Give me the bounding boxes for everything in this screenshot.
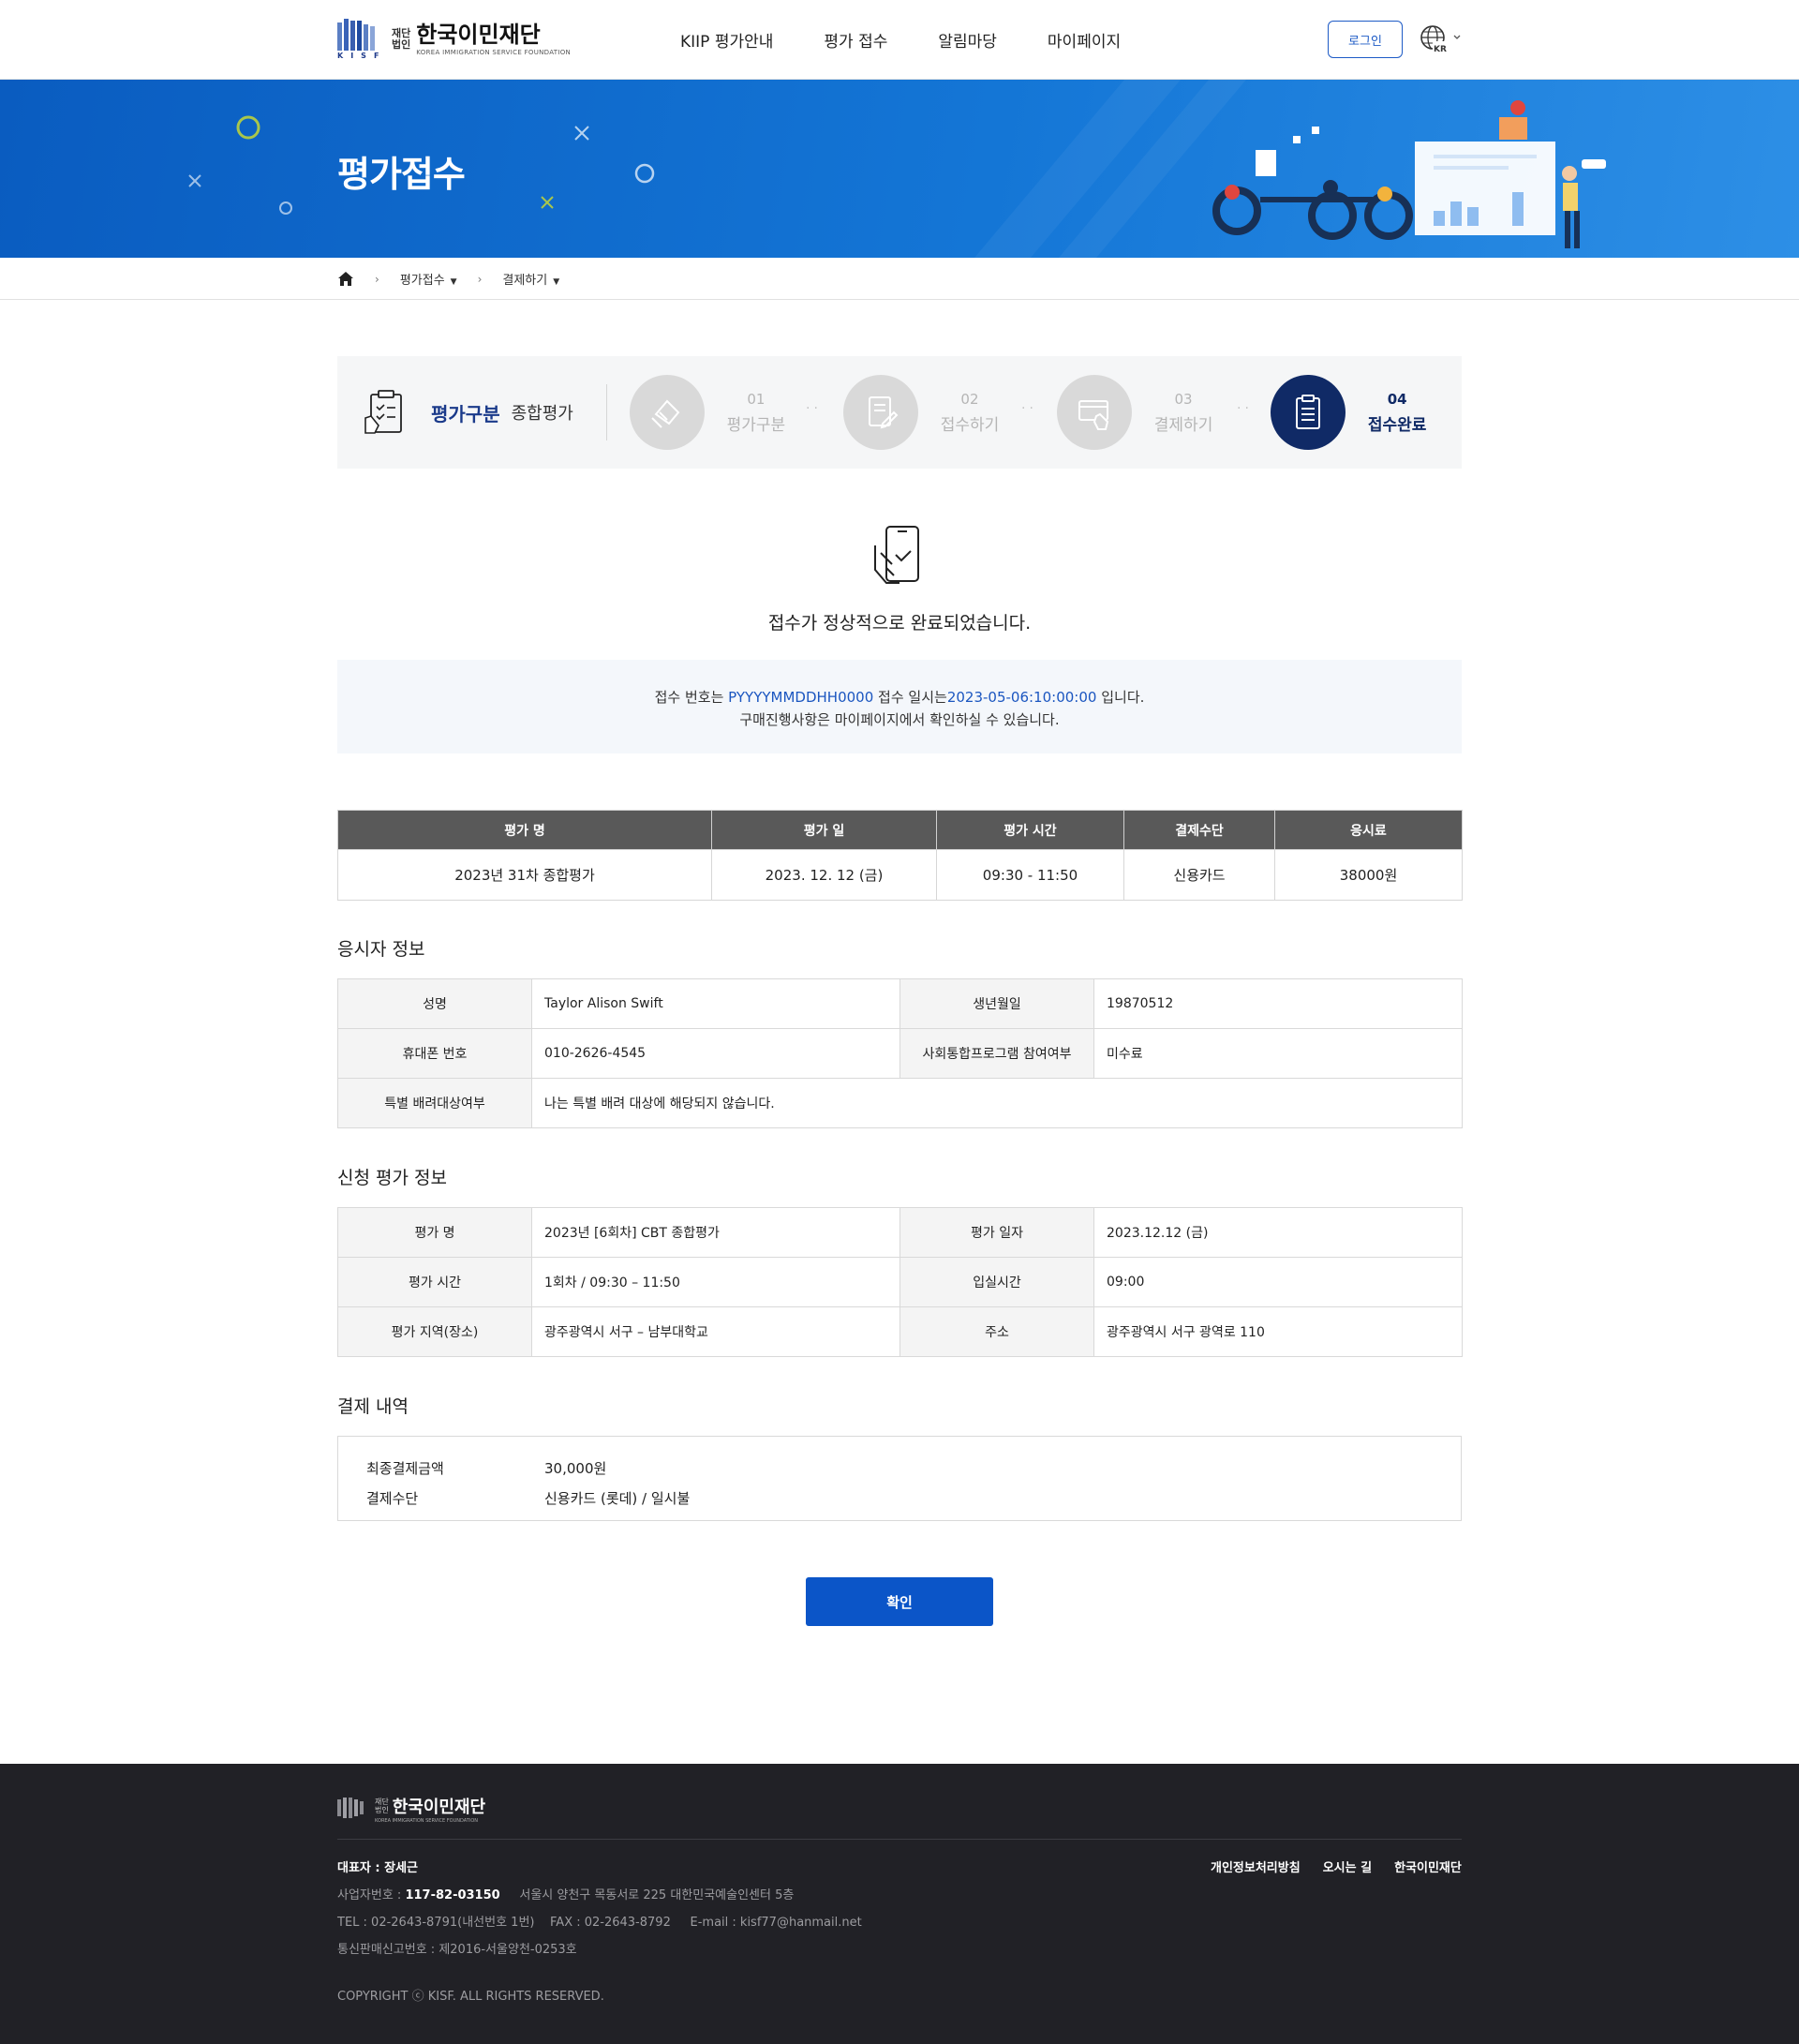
step-circle (629, 375, 705, 450)
table-row: 특별 배려대상여부 나는 특별 배려 대상에 해당되지 않습니다. (337, 1078, 1463, 1128)
clipboard-icon (1295, 395, 1320, 429)
logo-name: 한국이민재단 (416, 22, 541, 48)
table-row: 휴대폰 번호 010-2626-4545 사회통합프로그램 참여여부 미수료 (337, 1028, 1463, 1079)
progress-steps: 평가구분 종합평가 01 평가구분 02 접수하기 03 결제하기 04 접수완… (337, 356, 1462, 469)
payment-method: 신용카드 (롯데) / 일시불 (544, 1490, 691, 1507)
exam-category: 평가구분 종합평가 (337, 384, 607, 440)
step-divider: ·· (1237, 401, 1253, 416)
applicant-section-title: 응시자 정보 (337, 939, 425, 960)
step-divider: ·· (806, 401, 822, 416)
confirm-button[interactable]: 확인 (806, 1577, 993, 1626)
footer-link-foundation[interactable]: 한국이민재단 (1394, 1855, 1462, 1882)
chevron-right-icon: › (477, 272, 483, 286)
caret-down-icon: ▼ (450, 277, 457, 287)
checklist-icon (364, 390, 402, 434)
table-header-row: 평가 명 평가 일 평가 시간 결제수단 응시료 (337, 810, 1463, 850)
site-logo[interactable]: KISF 재단 법인 한국이민재단 KOREA IMMIGRATION SERVI… (337, 19, 571, 60)
hand-card-icon (650, 399, 679, 428)
step-divider: ·· (1021, 401, 1037, 416)
chevron-right-icon: › (375, 272, 379, 286)
step-2: 02 접수하기 (842, 375, 1034, 450)
mobile-check-icon (874, 526, 919, 584)
nav-exam-apply[interactable]: 평가 접수 (824, 28, 887, 52)
exam-section-title: 신청 평가 정보 (337, 1168, 447, 1188)
step-circle (842, 375, 918, 450)
exam-info-table: 평가 명 2023년 [6회차] CBT 종합평가 평가 일자 2023.12.12… (337, 1207, 1463, 1357)
payment-section-title: 결제 내역 (337, 1396, 409, 1417)
footer-logo: 재단 법인 한국이민재단 KOREA IMMIGRATION SERVICE FO… (337, 1794, 485, 1824)
kisf-logo-mark-icon (337, 1798, 364, 1818)
footer-company-info: 대표자 : 장세근 사업자번호 : 117-82-03150 서울시 양천구 목… (337, 1861, 862, 1957)
step-circle (1056, 375, 1132, 450)
category-value: 종합평가 (511, 404, 573, 424)
applicant-special: 나는 특별 배려 대상에 해당되지 않습니다. (531, 1078, 1463, 1128)
applicant-birth: 19870512 (1093, 978, 1463, 1029)
breadcrumb: › 평가접수 ▼ › 결제하기 ▼ (0, 258, 1799, 300)
caret-down-icon: ▼ (553, 277, 560, 287)
page-title: 평가접수 (337, 154, 466, 195)
kisf-logo-mark-icon: KISF (337, 19, 380, 60)
language-selector[interactable]: KR (1420, 24, 1464, 54)
step-1: 01 평가구분 (629, 375, 821, 450)
site-header: KISF 재단 법인 한국이민재단 KOREA IMMIGRATION SERVI… (0, 0, 1799, 80)
footer-link-directions[interactable]: 오시는 길 (1323, 1855, 1372, 1882)
applicant-name: Taylor Alison Swift (531, 978, 900, 1029)
login-button[interactable]: 로그인 (1328, 21, 1403, 58)
breadcrumb-level1[interactable]: 평가접수 ▼ (400, 270, 457, 288)
step-4-active: 04 접수완료 (1270, 375, 1462, 450)
payment-amount: 30,000원 (544, 1460, 607, 1477)
receipt-number: PYYYYMMDDHH0000 (728, 689, 874, 706)
form-edit-icon (868, 396, 899, 429)
globe-icon: KR (1420, 25, 1461, 54)
nav-notice[interactable]: 알림마당 (938, 28, 997, 52)
footer-link-privacy[interactable]: 개인정보처리방침 (1211, 1855, 1301, 1882)
copyright: COPYRIGHT ⓒ KISF. ALL RIGHTS RESERVED. (337, 1990, 604, 2004)
payment-details: 최종결제금액 30,000원 결제수단 신용카드 (롯데) / 일시불 (337, 1436, 1462, 1521)
table-row: 평가 지역(장소) 광주광역시 서구 – 남부대학교 주소 광주광역시 서구 광역로… (337, 1306, 1463, 1357)
svg-text:KR: KR (1434, 45, 1447, 54)
table-row: 평가 명 2023년 [6회차] CBT 종합평가 평가 일자 2023.12.12… (337, 1207, 1463, 1258)
card-payment-icon (1078, 400, 1108, 430)
nav-kiip-guide[interactable]: KIIP 평가안내 (680, 28, 773, 52)
main-nav: KIIP 평가안내 평가 접수 알림마당 마이페이지 (680, 28, 1121, 52)
breadcrumb-level2[interactable]: 결제하기 ▼ (502, 270, 559, 288)
applicant-phone: 010-2626-4545 (531, 1028, 900, 1079)
table-row: 2023년 31차 종합평가 2023. 12. 12 (금) 09:30 - … (337, 849, 1463, 901)
nav-mypage[interactable]: 마이페이지 (1048, 28, 1121, 52)
logo-subtitle: KOREA IMMIGRATION SERVICE FOUNDATION (416, 49, 572, 56)
table-row: 평가 시간 1회차 / 09:30 – 11:50 입실시간 09:00 (337, 1257, 1463, 1307)
step-3: 03 결제하기 (1056, 375, 1248, 450)
footer-links: 개인정보처리방침 오시는 길 한국이민재단 (1211, 1855, 1462, 1882)
applicant-program: 미수료 (1093, 1028, 1463, 1079)
receipt-notice: 접수 번호는 PYYYYMMDDHH0000 접수 일시는2023-05-06:… (337, 660, 1462, 753)
step-circle-active (1270, 375, 1346, 450)
exam-summary-table: 평가 명 평가 일 평가 시간 결제수단 응시료 2023년 31차 종합평가 … (337, 810, 1463, 901)
home-icon[interactable] (337, 271, 354, 287)
table-row: 성명 Taylor Alison Swift 생년월일 19870512 (337, 978, 1463, 1029)
banner-decoration (188, 80, 1606, 258)
page-banner: 평가접수 (0, 80, 1799, 258)
complete-message: 접수가 정상적으로 완료되었습니다. (767, 613, 1032, 634)
site-footer: 재단 법인 한국이민재단 KOREA IMMIGRATION SERVICE FO… (0, 1764, 1799, 2044)
receipt-time: 2023-05-06:10:00:00 (946, 689, 1097, 706)
category-label: 평가구분 (431, 402, 500, 425)
applicant-table: 성명 Taylor Alison Swift 생년월일 19870512 휴대폰 번… (337, 978, 1463, 1128)
